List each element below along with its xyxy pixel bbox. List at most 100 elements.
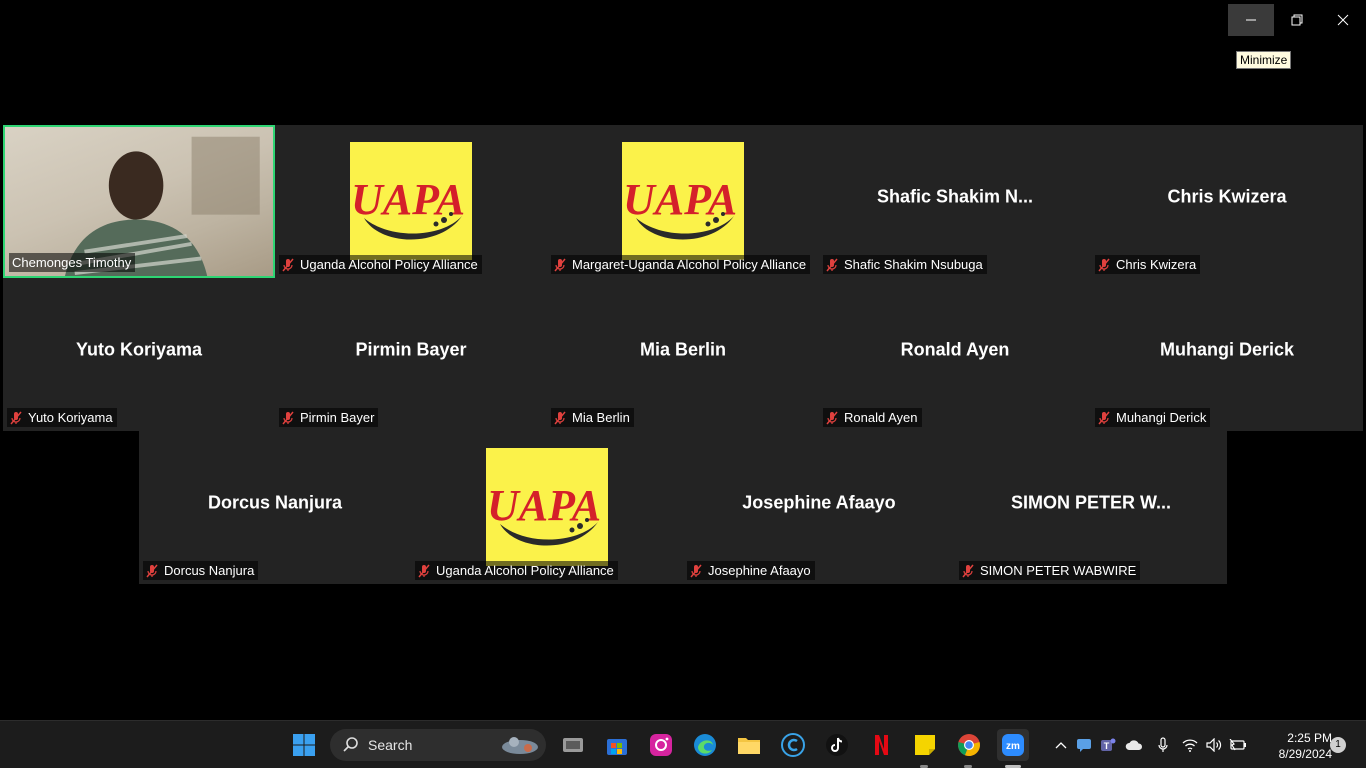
- notification-badge[interactable]: 1: [1330, 737, 1346, 753]
- desktop-screen: Minimize Chemonges Timothy UAPA Uganda A…: [0, 0, 1366, 768]
- participant-name: Mia Berlin: [572, 410, 630, 425]
- participant-name: Josephine Afaayo: [708, 563, 811, 578]
- mic-muted-icon: [1098, 411, 1110, 424]
- participant-name-label: Ronald Ayen: [823, 408, 922, 427]
- close-button[interactable]: [1320, 4, 1366, 36]
- ccleaner-button[interactable]: [777, 729, 809, 761]
- svg-text:zm: zm: [1006, 741, 1020, 752]
- clock-date: 8/29/2024: [1278, 747, 1332, 761]
- logo-text: UAPA: [487, 481, 601, 530]
- mic-muted-icon: [282, 411, 294, 424]
- participant-tile[interactable]: Shafic Shakim N... Shafic Shakim Nsubuga: [819, 125, 1091, 278]
- participant-name: Ronald Ayen: [844, 410, 918, 425]
- zoom-button[interactable]: zm: [997, 729, 1029, 761]
- netflix-button[interactable]: [865, 729, 897, 761]
- participant-name: SIMON PETER WABWIRE: [980, 563, 1137, 578]
- participant-name: Chemonges Timothy: [12, 255, 132, 270]
- chat-tray-button[interactable]: [1072, 738, 1096, 752]
- file-explorer-button[interactable]: [733, 729, 765, 761]
- mic-muted-icon: [10, 411, 22, 424]
- onedrive-tray-button[interactable]: [1120, 739, 1148, 751]
- edge-icon: [694, 734, 716, 756]
- participant-tile[interactable]: UAPA Uganda Alcohol Policy Alliance: [275, 125, 547, 278]
- participant-name-label: Dorcus Nanjura: [143, 561, 259, 580]
- participant-name: Pirmin Bayer: [300, 410, 375, 425]
- instagram-button[interactable]: [645, 729, 677, 761]
- microphone-tray-button[interactable]: [1148, 737, 1178, 753]
- participant-name-label: Uganda Alcohol Policy Alliance: [415, 561, 618, 580]
- tiktok-button[interactable]: [821, 729, 853, 761]
- participant-tile[interactable]: SIMON PETER W... SIMON PETER WABWIRE: [955, 431, 1227, 584]
- onedrive-icon: [1125, 740, 1143, 750]
- taskbar-search[interactable]: Search: [330, 729, 546, 761]
- system-tray: T: [1050, 721, 1250, 768]
- folder-icon: [738, 738, 760, 754]
- taskbar: Search zm T 2:25 PM 8/29/2024 1: [0, 720, 1366, 768]
- window-controls: [1228, 4, 1366, 36]
- mic-muted-icon: [826, 258, 838, 271]
- participant-display-name: Shafic Shakim N...: [876, 186, 1034, 206]
- participant-tile[interactable]: Ronald Ayen Ronald Ayen: [819, 278, 1091, 431]
- sticky-notes-button[interactable]: [909, 729, 941, 761]
- microsoft-store-button[interactable]: [601, 729, 633, 761]
- participant-tile[interactable]: Mia Berlin Mia Berlin: [547, 278, 819, 431]
- participant-tile[interactable]: Chris Kwizera Chris Kwizera: [1091, 125, 1363, 278]
- mic-muted-icon: [690, 564, 702, 577]
- chrome-button[interactable]: [953, 729, 985, 761]
- participant-tile[interactable]: UAPA Uganda Alcohol Policy Alliance: [411, 431, 683, 584]
- uapa-logo-image: UAPA: [486, 448, 608, 566]
- volume-icon: [1206, 738, 1222, 752]
- participant-name: Muhangi Derick: [1116, 410, 1207, 425]
- windows-icon: [293, 734, 315, 756]
- participant-display-name: Mia Berlin: [639, 339, 727, 359]
- uapa-logo: UAPA: [350, 142, 472, 260]
- teams-tray-button[interactable]: T: [1096, 737, 1120, 753]
- participant-display-name: Dorcus Nanjura: [207, 492, 343, 512]
- teams-icon: T: [1101, 738, 1116, 751]
- minimize-button[interactable]: [1228, 4, 1274, 36]
- uapa-logo-image: UAPA: [622, 142, 744, 260]
- wifi-icon: [1182, 739, 1198, 752]
- mic-muted-icon: [962, 564, 974, 577]
- participant-display-name: SIMON PETER W...: [1010, 492, 1171, 512]
- clock-time: 2:25 PM: [1287, 731, 1332, 745]
- participant-tile[interactable]: Josephine Afaayo Josephine Afaayo: [683, 431, 955, 584]
- wifi-tray-button[interactable]: [1178, 738, 1202, 752]
- restore-button[interactable]: [1274, 4, 1320, 36]
- start-button[interactable]: [288, 729, 320, 761]
- search-icon: [343, 737, 358, 752]
- search-label: Search: [368, 737, 413, 753]
- battery-tray-button[interactable]: [1226, 739, 1250, 751]
- participant-tile[interactable]: Yuto Koriyama Yuto Koriyama: [3, 278, 275, 431]
- microsoft-store-icon: [607, 739, 627, 755]
- taskbar-clock[interactable]: 2:25 PM 8/29/2024: [1279, 730, 1332, 762]
- participant-name-label: Josephine Afaayo: [687, 561, 815, 580]
- participant-tile[interactable]: UAPA Margaret-Uganda Alcohol Policy Alli…: [547, 125, 819, 278]
- participant-name-label: SIMON PETER WABWIRE: [959, 561, 1141, 580]
- participant-tile[interactable]: Dorcus Nanjura Dorcus Nanjura: [139, 431, 411, 584]
- participant-name-label: Pirmin Bayer: [279, 408, 379, 427]
- edge-button[interactable]: [689, 729, 721, 761]
- chrome-icon: [958, 734, 980, 757]
- volume-tray-button[interactable]: [1202, 738, 1226, 752]
- chat-icon: [1077, 739, 1091, 752]
- participant-display-name: Pirmin Bayer: [355, 339, 467, 359]
- participant-tile[interactable]: Chemonges Timothy: [3, 125, 275, 278]
- participant-name: Uganda Alcohol Policy Alliance: [300, 257, 478, 272]
- mic-muted-icon: [1098, 258, 1110, 271]
- participant-tile[interactable]: Pirmin Bayer Pirmin Bayer: [275, 278, 547, 431]
- minimize-tooltip: Minimize: [1236, 51, 1292, 69]
- participant-name-label: Muhangi Derick: [1095, 408, 1211, 427]
- mic-muted-icon: [282, 258, 294, 271]
- microphone-icon: [1158, 737, 1168, 752]
- participant-name-label: Margaret-Uganda Alcohol Policy Alliance: [551, 255, 811, 274]
- mic-muted-icon: [146, 564, 158, 577]
- netflix-icon: [875, 735, 888, 755]
- uapa-logo: UAPA: [622, 142, 744, 260]
- logo-text: UAPA: [351, 175, 465, 224]
- task-view-button[interactable]: [557, 729, 589, 761]
- show-hidden-icons-button[interactable]: [1050, 741, 1072, 749]
- mic-muted-icon: [418, 564, 430, 577]
- participant-display-name: Josephine Afaayo: [742, 492, 896, 512]
- participant-tile[interactable]: Muhangi Derick Muhangi Derick: [1091, 278, 1363, 431]
